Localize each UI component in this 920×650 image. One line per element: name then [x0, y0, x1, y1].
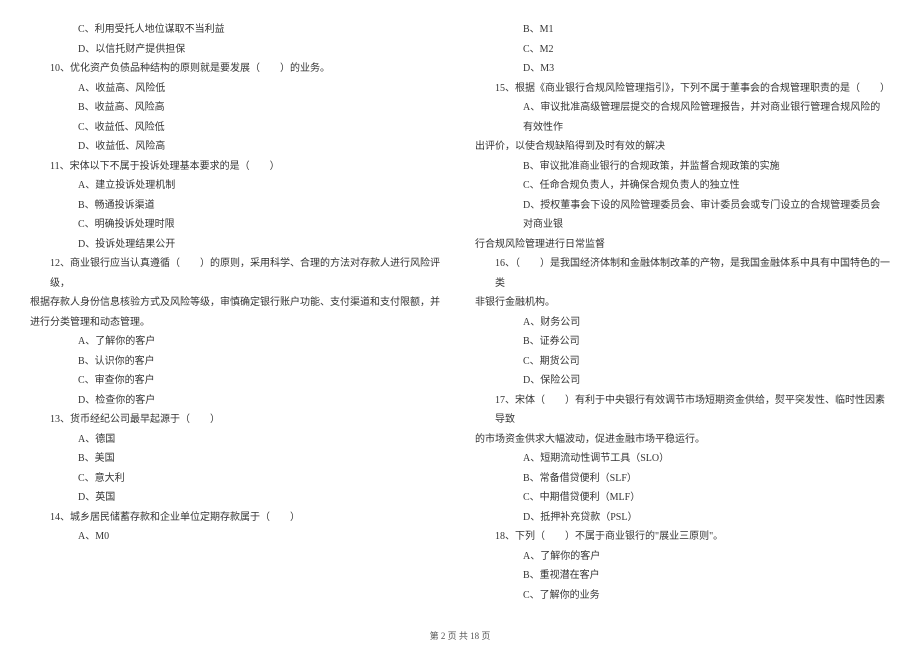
- right-column: B、M1 C、M2 D、M3 15、根据《商业银行合规风险管理指引》，下列不属于…: [475, 20, 890, 600]
- q17-option-d: D、抵押补充贷款（PSL）: [475, 508, 890, 528]
- q11-stem: 11、宋体以下不属于投诉处理基本要求的是（ ）: [30, 157, 445, 177]
- q16-stem-line1: 16、（ ）是我国经济体制和金融体制改革的产物，是我国金融体系中具有中国特色的一…: [475, 254, 890, 293]
- q12-stem-line1: 12、商业银行应当认真遵循（ ）的原则，采用科学、合理的方法对存款人进行风险评级…: [30, 254, 445, 293]
- q16-option-d: D、保险公司: [475, 371, 890, 391]
- q14-option-c: C、M2: [475, 40, 890, 60]
- q14-stem: 14、城乡居民储蓄存款和企业单位定期存款属于（ ）: [30, 508, 445, 528]
- q17-option-a: A、短期流动性调节工具（SLO）: [475, 449, 890, 469]
- page-footer: 第 2 页 共 18 页: [0, 629, 920, 642]
- q15-option-d-line2: 行合规风险管理进行日常监督: [475, 235, 890, 255]
- q17-stem-line2: 的市场资金供求大幅波动，促进金融市场平稳运行。: [475, 430, 890, 450]
- q10-option-a: A、收益高、风险低: [30, 79, 445, 99]
- q18-option-b: B、重视潜在客户: [475, 566, 890, 586]
- q17-option-b: B、常备借贷便利（SLF）: [475, 469, 890, 489]
- q12-stem-line2: 根据存款人身份信息核验方式及风险等级，审慎确定银行账户功能、支付渠道和支付限额，…: [30, 293, 445, 313]
- q10-option-c: C、收益低、风险低: [30, 118, 445, 138]
- q10-option-d: D、收益低、风险高: [30, 137, 445, 157]
- q11-option-a: A、建立投诉处理机制: [30, 176, 445, 196]
- q15-option-a-line1: A、审议批准高级管理层提交的合规风险管理报告，并对商业银行管理合规风险的有效性作: [475, 98, 890, 137]
- q15-option-c: C、任命合规负责人，并确保合规负责人的独立性: [475, 176, 890, 196]
- q18-option-a: A、了解你的客户: [475, 547, 890, 567]
- q10-stem: 10、优化资产负债品种结构的原则就是要发展（ ）的业务。: [30, 59, 445, 79]
- q13-stem: 13、货币经纪公司最早起源于（ ）: [30, 410, 445, 430]
- q16-option-a: A、财务公司: [475, 313, 890, 333]
- q15-option-d-line1: D、授权董事会下设的风险管理委员会、审计委员会或专门设立的合规管理委员会对商业银: [475, 196, 890, 235]
- q16-option-c: C、期货公司: [475, 352, 890, 372]
- q13-option-b: B、美国: [30, 449, 445, 469]
- q13-option-d: D、英国: [30, 488, 445, 508]
- q17-stem-line1: 17、宋体（ ）有利于中央银行有效调节市场短期资金供给，熨平突发性、临时性因素导…: [475, 391, 890, 430]
- q15-option-a-line2: 出评价，以使合规缺陷得到及时有效的解决: [475, 137, 890, 157]
- q12-option-a: A、了解你的客户: [30, 332, 445, 352]
- q12-option-c: C、审查你的客户: [30, 371, 445, 391]
- q18-stem: 18、下列（ ）不属于商业银行的"展业三原则"。: [475, 527, 890, 547]
- q14-option-a: A、M0: [30, 527, 445, 547]
- left-column: C、利用受托人地位谋取不当利益 D、以信托财产提供担保 10、优化资产负债品种结…: [30, 20, 445, 600]
- q13-option-a: A、德国: [30, 430, 445, 450]
- q12-option-d: D、检查你的客户: [30, 391, 445, 411]
- q11-option-c: C、明确投诉处理时限: [30, 215, 445, 235]
- q15-option-b: B、审议批准商业银行的合规政策，并监督合规政策的实施: [475, 157, 890, 177]
- q9-option-d: D、以信托财产提供担保: [30, 40, 445, 60]
- q18-option-c: C、了解你的业务: [475, 586, 890, 606]
- q12-stem-line3: 进行分类管理和动态管理。: [30, 313, 445, 333]
- q17-option-c: C、中期借贷便利（MLF）: [475, 488, 890, 508]
- q16-stem-line2: 非银行金融机构。: [475, 293, 890, 313]
- q14-option-b: B、M1: [475, 20, 890, 40]
- q14-option-d: D、M3: [475, 59, 890, 79]
- q11-option-b: B、畅通投诉渠道: [30, 196, 445, 216]
- q15-stem: 15、根据《商业银行合规风险管理指引》，下列不属于董事会的合规管理职责的是（ ）: [475, 79, 890, 99]
- q16-option-b: B、证券公司: [475, 332, 890, 352]
- q13-option-c: C、意大利: [30, 469, 445, 489]
- q11-option-d: D、投诉处理结果公开: [30, 235, 445, 255]
- q12-option-b: B、认识你的客户: [30, 352, 445, 372]
- q10-option-b: B、收益高、风险高: [30, 98, 445, 118]
- page-columns: C、利用受托人地位谋取不当利益 D、以信托财产提供担保 10、优化资产负债品种结…: [30, 20, 890, 600]
- q9-option-c: C、利用受托人地位谋取不当利益: [30, 20, 445, 40]
